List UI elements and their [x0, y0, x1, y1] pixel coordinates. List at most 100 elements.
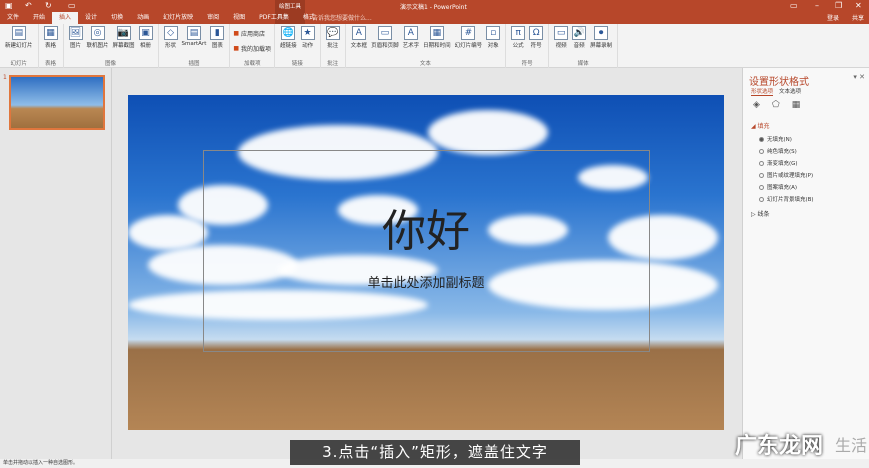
slideshow-start-icon[interactable]: ▭ — [68, 1, 76, 10]
save-icon[interactable]: ▣ — [5, 1, 13, 10]
ribbon-group: ▤ 新建幻灯片幻灯片 — [0, 24, 39, 68]
button-label: 日期和时间 — [423, 43, 451, 49]
option-label: 纯色填充(S) — [767, 149, 797, 155]
slide-number: 1 — [3, 74, 7, 81]
ribbon-button[interactable]: ■ 我的加载项 — [233, 44, 271, 53]
ribbon-group: π 公式 Ω 符号 符号 — [506, 24, 550, 68]
ribbon-group: 🌐 超链接 ★ 动作 链接 — [275, 24, 321, 68]
slide-canvas[interactable]: 你好 单击此处添加副标题 — [128, 95, 724, 430]
title-bar: ▣ ↶ ↻ ▭ 绘图工具 演示文稿1 - PowerPoint ▭ – ❐ ✕ … — [0, 0, 869, 24]
button-label: 图片 — [70, 43, 82, 49]
tab-transitions[interactable]: 切换 — [104, 12, 130, 24]
ribbon-icon: ▭ — [554, 26, 569, 40]
radio-picture-fill[interactable]: 图片或纹理填充(P) — [759, 171, 814, 179]
format-shape-pane: 设置形状格式 ▾ ✕ 形状选项 文本选项 ◈ ⬠ ▦ ◢ 填充 无填充(N) 纯… — [742, 68, 869, 460]
ribbon-icon: ▫ — [486, 26, 501, 40]
radio-solid-fill[interactable]: 纯色填充(S) — [759, 147, 814, 155]
close-pane-icon[interactable]: ▾ ✕ — [853, 73, 865, 81]
group-label: 文本 — [419, 61, 431, 67]
ribbon-icon: 🌐 — [281, 26, 296, 40]
button-label: 批注 — [327, 43, 339, 49]
tab-design[interactable]: 设计 — [78, 12, 104, 24]
fill-section-header[interactable]: ◢ 填充 — [751, 121, 770, 130]
option-label: 图片或纹理填充(P) — [767, 173, 814, 179]
ribbon: ▤ 新建幻灯片 幻灯片 ▦ 表格 表格 🖼 图片 ◎ 联机图片 📷 屏幕截图 ▣ 相册 图像 ◇ 形状 ▤ Smar… — [0, 24, 869, 68]
line-label: 线条 — [757, 211, 770, 218]
group-label: 幻灯片 — [10, 61, 28, 67]
slide-subtitle[interactable]: 单击此处添加副标题 — [128, 272, 724, 291]
ribbon-icon: ▣ — [138, 26, 153, 40]
button-label: 图表 — [211, 43, 223, 49]
group-label: 媒体 — [577, 61, 589, 67]
group-label: 批注 — [327, 61, 339, 67]
ribbon-group: ■ 应用商店 ■ 我的加载项 加载项 — [230, 24, 276, 68]
button-label: 屏幕录制 — [590, 43, 613, 49]
ribbon-icon: ★ — [300, 26, 315, 40]
ribbon-icon: ▤ — [186, 26, 201, 40]
effects-icon[interactable]: ⬠ — [772, 100, 780, 110]
minimize-icon[interactable]: – — [815, 1, 819, 10]
tab-text-options[interactable]: 文本选项 — [779, 87, 801, 96]
watermark-logo: 生活 — [835, 436, 868, 455]
button-label: 相册 — [140, 43, 152, 49]
close-icon[interactable]: ✕ — [855, 1, 862, 10]
redo-icon[interactable]: ↻ — [45, 1, 52, 10]
restore-icon[interactable]: ❐ — [835, 1, 842, 10]
tab-shape-options[interactable]: 形状选项 — [751, 87, 774, 96]
button-label: 形状 — [165, 43, 177, 49]
tab-pdf[interactable]: PDF工具集 — [252, 12, 296, 24]
ribbon-icon: ◇ — [163, 26, 178, 40]
button-label: 页眉和页脚 — [371, 43, 399, 49]
ribbon-icon: A — [351, 26, 366, 40]
button-label: 新建幻灯片 — [5, 43, 33, 49]
tab-insert[interactable]: 插入 — [52, 12, 79, 24]
button-label: 动作 — [302, 43, 314, 49]
button-label: 文本框 — [350, 43, 368, 49]
ribbon-group: ▦ 表格 表格 — [39, 24, 64, 68]
ribbon-icon: π — [511, 26, 526, 40]
radio-gradient-fill[interactable]: 渐变填充(G) — [759, 159, 814, 167]
button-label: SmartArt — [181, 41, 207, 47]
login-link[interactable]: 登录 — [827, 13, 839, 22]
slide-title[interactable]: 你好 — [128, 195, 724, 259]
tab-view[interactable]: 视图 — [226, 12, 252, 24]
button-label: 屏幕截图 — [112, 43, 135, 49]
ribbon-icon: ◎ — [90, 26, 105, 40]
group-label: 链接 — [291, 61, 303, 67]
ribbon-display-icon[interactable]: ▭ — [790, 1, 798, 10]
size-properties-icon[interactable]: ▦ — [792, 100, 801, 110]
tell-me-input[interactable]: 告诉我您想要做什么... — [312, 13, 372, 22]
ribbon-button[interactable]: ■ 应用商店 — [233, 29, 271, 38]
button-label: 我的加载项 — [241, 46, 272, 53]
ribbon-icon: 🖼 — [68, 26, 83, 40]
tab-animations[interactable]: 动画 — [130, 12, 156, 24]
tab-slideshow[interactable]: 幻灯片放映 — [156, 12, 200, 24]
line-section-header[interactable]: ▷ 线条 — [751, 209, 770, 218]
radio-no-fill[interactable]: 无填充(N) — [759, 135, 814, 143]
ribbon-group: A 文本框 ▭ 页眉和页脚 A 艺术字 ▦ 日期和时间 # 幻灯片编号 ▫ 对象 文本 — [346, 24, 507, 68]
ribbon-icon: ▤ — [11, 26, 26, 40]
radio-background-fill[interactable]: 幻灯片背景填充(B) — [759, 195, 814, 203]
ribbon-group: 🖼 图片 ◎ 联机图片 📷 屏幕截图 ▣ 相册 图像 — [64, 24, 159, 68]
tab-review[interactable]: 审阅 — [200, 12, 226, 24]
undo-icon[interactable]: ↶ — [25, 1, 32, 10]
fill-line-icon[interactable]: ◈ — [753, 100, 760, 110]
ribbon-icon: ▭ — [377, 26, 392, 40]
ribbon-icon: Ω — [529, 26, 544, 40]
slide-thumbnail[interactable] — [9, 75, 105, 130]
ribbon-icon: 💬 — [325, 26, 340, 40]
addin-icon: ■ — [233, 45, 240, 52]
button-label: 表格 — [45, 43, 57, 49]
radio-pattern-fill[interactable]: 图案填充(A) — [759, 183, 814, 191]
tab-home[interactable]: 开始 — [26, 12, 52, 24]
option-label: 图案填充(A) — [767, 185, 798, 191]
tab-file[interactable]: 文件 — [0, 12, 26, 24]
option-label: 幻灯片背景填充(B) — [767, 197, 814, 203]
button-label: 联机图片 — [86, 43, 109, 49]
ribbon-group: 💬 批注 批注 — [321, 24, 346, 68]
option-label: 渐变填充(G) — [767, 161, 798, 167]
button-label: 符号 — [530, 43, 542, 49]
share-button[interactable]: 共享 — [852, 13, 864, 22]
tutorial-caption: 3.点击“插入”矩形，遮盖住文字 — [290, 440, 580, 465]
ribbon-icon: 🔊 — [572, 26, 587, 40]
